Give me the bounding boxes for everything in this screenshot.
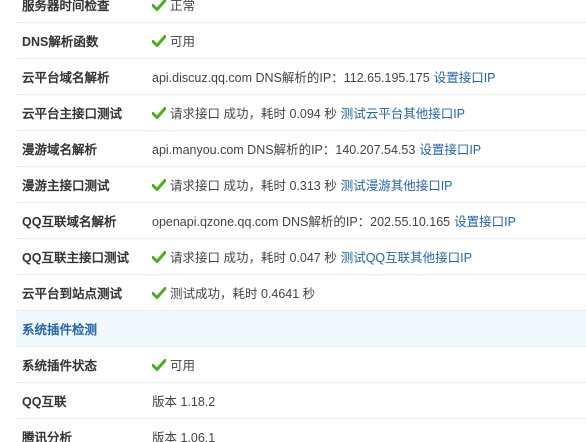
set-interface-ip-link[interactable]: 设置接口IP	[434, 67, 496, 86]
row-label: DNS解析函数	[22, 35, 99, 49]
row-label: 云平台到站点测试	[22, 287, 123, 301]
row-value: 正常	[146, 0, 586, 14]
test-other-ip-link[interactable]: 测试云平台其他接口IP	[341, 103, 465, 122]
check-icon	[152, 250, 166, 263]
test-result-text: 测试成功，耗时 0.4641 秒	[170, 287, 316, 301]
row-dns-function: DNS解析函数 可用	[16, 23, 586, 59]
test-result-text: 请求接口 成功，耗时 0.094 秒	[170, 107, 337, 121]
version-text: 版本 1.06.1	[152, 431, 216, 442]
test-other-ip-link[interactable]: 测试漫游其他接口IP	[341, 175, 453, 194]
row-value: 可用	[146, 31, 586, 50]
check-icon	[152, 0, 166, 11]
test-result-text: 请求接口 成功，耗时 0.313 秒	[170, 179, 337, 193]
row-value: 请求接口 成功，耗时 0.313 秒 测试漫游其他接口IP	[146, 175, 586, 194]
dns-result-text: api.manyou.com DNS解析的IP：140.207.54.53	[152, 143, 416, 157]
status-text: 正常	[170, 0, 196, 13]
row-label: QQ互联域名解析	[22, 215, 117, 229]
row-qq-main-test: QQ互联主接口测试 请求接口 成功，耗时 0.047 秒 测试QQ互联其他接口I…	[16, 239, 586, 275]
row-label: 系统插件状态	[22, 359, 98, 373]
test-result-text: 请求接口 成功，耗时 0.047 秒	[170, 251, 337, 265]
set-interface-ip-link[interactable]: 设置接口IP	[419, 139, 481, 158]
row-manyou-main-test: 漫游主接口测试 请求接口 成功，耗时 0.313 秒 测试漫游其他接口IP	[16, 167, 586, 203]
row-value: 请求接口 成功，耗时 0.047 秒 测试QQ互联其他接口IP	[146, 247, 586, 266]
row-label: 云平台域名解析	[22, 71, 110, 85]
row-value: 版本 1.18.2	[146, 391, 586, 410]
diagnostics-table: 服务器时间检查 正常 DNS解析函数 可用 云平台域名解析 api.discuz…	[16, 0, 586, 442]
section-title: 系统插件检测	[22, 323, 98, 337]
dns-result-text: openapi.qzone.qq.com DNS解析的IP：202.55.10.…	[152, 215, 451, 229]
row-value: 测试成功，耗时 0.4641 秒	[146, 283, 586, 302]
row-value: api.manyou.com DNS解析的IP：140.207.54.53 设置…	[146, 139, 586, 158]
row-server-time: 服务器时间检查 正常	[16, 0, 586, 23]
version-text: 版本 1.18.2	[152, 395, 216, 409]
row-value: api.discuz.qq.com DNS解析的IP：112.65.195.17…	[146, 67, 586, 86]
check-icon	[152, 178, 166, 191]
check-icon	[152, 106, 166, 119]
row-value: 可用	[146, 355, 586, 374]
row-manyou-domain: 漫游域名解析 api.manyou.com DNS解析的IP：140.207.5…	[16, 131, 586, 167]
diagnostics-panel: 服务器时间检查 正常 DNS解析函数 可用 云平台域名解析 api.discuz…	[0, 0, 586, 442]
status-text: 可用	[170, 35, 196, 49]
status-text: 可用	[170, 359, 196, 373]
row-cloud-domain: 云平台域名解析 api.discuz.qq.com DNS解析的IP：112.6…	[16, 59, 586, 95]
row-label: QQ互联	[22, 395, 67, 409]
dns-result-text: api.discuz.qq.com DNS解析的IP：112.65.195.17…	[152, 71, 430, 85]
set-interface-ip-link[interactable]: 设置接口IP	[454, 211, 516, 230]
row-label: 服务器时间检查	[22, 0, 110, 13]
row-cloud-site-test: 云平台到站点测试 测试成功，耗时 0.4641 秒	[16, 275, 586, 311]
row-tencent-analytics: 腾讯分析 版本 1.06.1	[16, 419, 586, 442]
row-value: 版本 1.06.1	[146, 427, 586, 442]
row-label: 漫游主接口测试	[22, 179, 110, 193]
test-other-ip-link[interactable]: 测试QQ互联其他接口IP	[341, 247, 472, 266]
row-value: 请求接口 成功，耗时 0.094 秒 测试云平台其他接口IP	[146, 103, 586, 122]
row-cloud-main-test: 云平台主接口测试 请求接口 成功，耗时 0.094 秒 测试云平台其他接口IP	[16, 95, 586, 131]
row-qq-connect: QQ互联 版本 1.18.2	[16, 383, 586, 419]
check-icon	[152, 358, 166, 371]
row-label: 云平台主接口测试	[22, 107, 123, 121]
row-label: 腾讯分析	[22, 431, 73, 442]
row-value: openapi.qzone.qq.com DNS解析的IP：202.55.10.…	[146, 211, 586, 230]
row-qq-domain: QQ互联域名解析 openapi.qzone.qq.com DNS解析的IP：2…	[16, 203, 586, 239]
row-label: QQ互联主接口测试	[22, 251, 129, 265]
row-label: 漫游域名解析	[22, 143, 98, 157]
check-icon	[152, 34, 166, 47]
check-icon	[152, 286, 166, 299]
row-plugin-status: 系统插件状态 可用	[16, 347, 586, 383]
section-header-plugins: 系统插件检测	[16, 311, 586, 347]
